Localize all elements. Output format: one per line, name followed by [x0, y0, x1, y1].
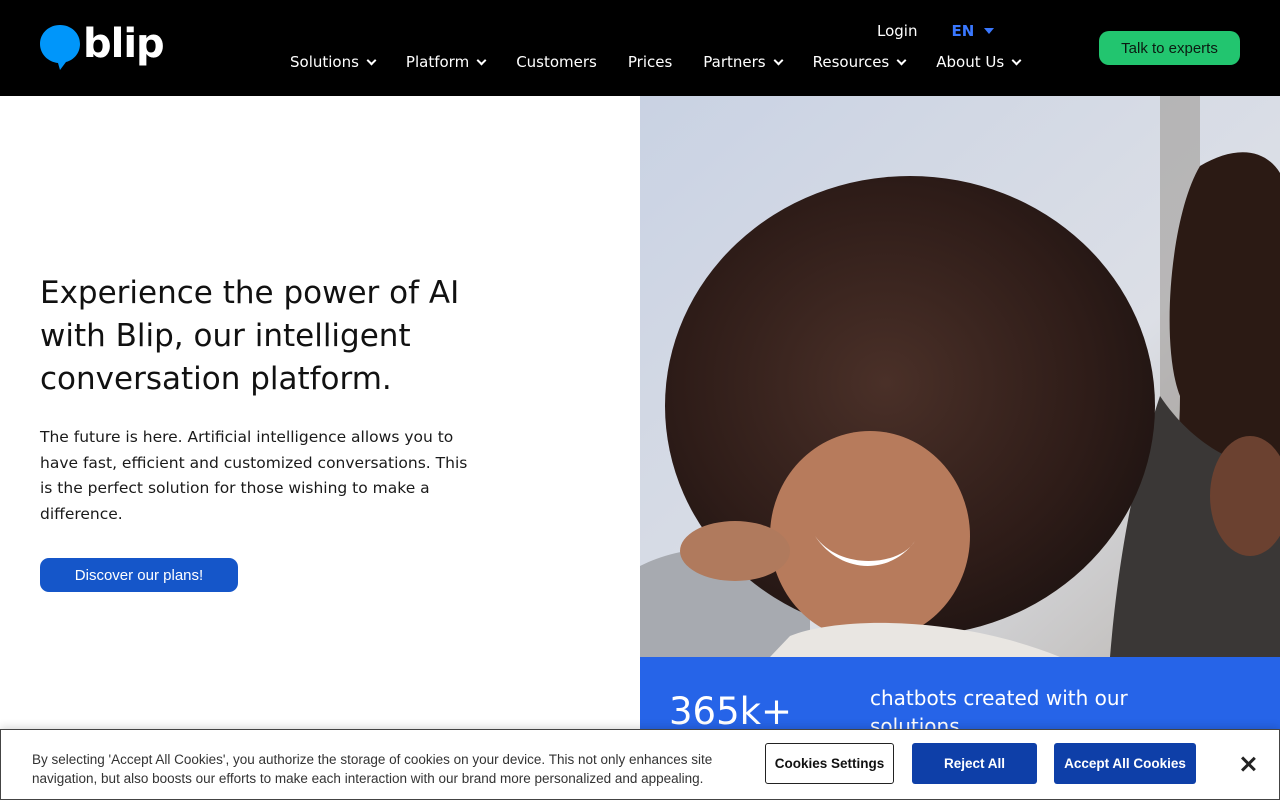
- nav-prices[interactable]: Prices: [628, 53, 672, 71]
- login-link[interactable]: Login: [877, 22, 917, 40]
- talk-to-experts-button[interactable]: Talk to experts: [1099, 31, 1240, 65]
- chevron-down-icon: [896, 55, 907, 65]
- nav-about-us-label: About Us: [936, 53, 1005, 71]
- reject-all-button[interactable]: Reject All: [912, 743, 1037, 784]
- accept-all-cookies-button[interactable]: Accept All Cookies: [1054, 743, 1196, 784]
- nav-solutions-label: Solutions: [290, 53, 359, 71]
- nav-customers-label: Customers: [516, 53, 597, 71]
- hero-photo: [640, 96, 1280, 657]
- language-label: EN: [951, 22, 975, 40]
- cookies-settings-button[interactable]: Cookies Settings: [765, 743, 894, 784]
- blip-logo[interactable]: blip: [40, 21, 165, 70]
- nav-partners-label: Partners: [703, 53, 766, 71]
- caret-down-icon: [984, 28, 995, 34]
- hero-content: Experience the power of AI with Blip, ou…: [40, 272, 500, 527]
- close-icon[interactable]: [1238, 754, 1258, 774]
- logo-wordmark: blip: [83, 21, 165, 67]
- chevron-down-icon: [366, 55, 377, 65]
- nav-partners[interactable]: Partners: [703, 53, 784, 71]
- cookie-message: By selecting 'Accept All Cookies', you a…: [32, 752, 713, 786]
- chevron-down-icon: [773, 55, 784, 65]
- nav-platform[interactable]: Platform: [405, 53, 487, 71]
- nav-platform-label: Platform: [405, 53, 470, 71]
- nav-prices-label: Prices: [627, 53, 673, 71]
- chat-bubble-icon: [40, 24, 80, 70]
- language-selector[interactable]: EN: [951, 22, 995, 40]
- main-nav: Solutions Platform Customers Prices Part…: [290, 53, 1022, 71]
- top-links: Login EN: [877, 22, 995, 40]
- nav-resources[interactable]: Resources: [812, 53, 907, 71]
- hero-description: The future is here. Artificial intellige…: [40, 428, 468, 523]
- hero-title: Experience the power of AI with Blip, ou…: [40, 275, 460, 397]
- chevron-down-icon: [1011, 55, 1022, 65]
- nav-customers[interactable]: Customers: [516, 53, 597, 71]
- stat-value: 365k+: [669, 690, 793, 733]
- chevron-down-icon: [476, 55, 487, 65]
- site-header: blip Login EN Solutions Platform Custome…: [0, 0, 1280, 96]
- discover-plans-button[interactable]: Discover our plans!: [40, 558, 238, 592]
- nav-resources-label: Resources: [812, 53, 890, 71]
- nav-about-us[interactable]: About Us: [936, 53, 1022, 71]
- nav-solutions[interactable]: Solutions: [290, 53, 377, 71]
- cookie-banner: By selecting 'Accept All Cookies', you a…: [0, 729, 1280, 800]
